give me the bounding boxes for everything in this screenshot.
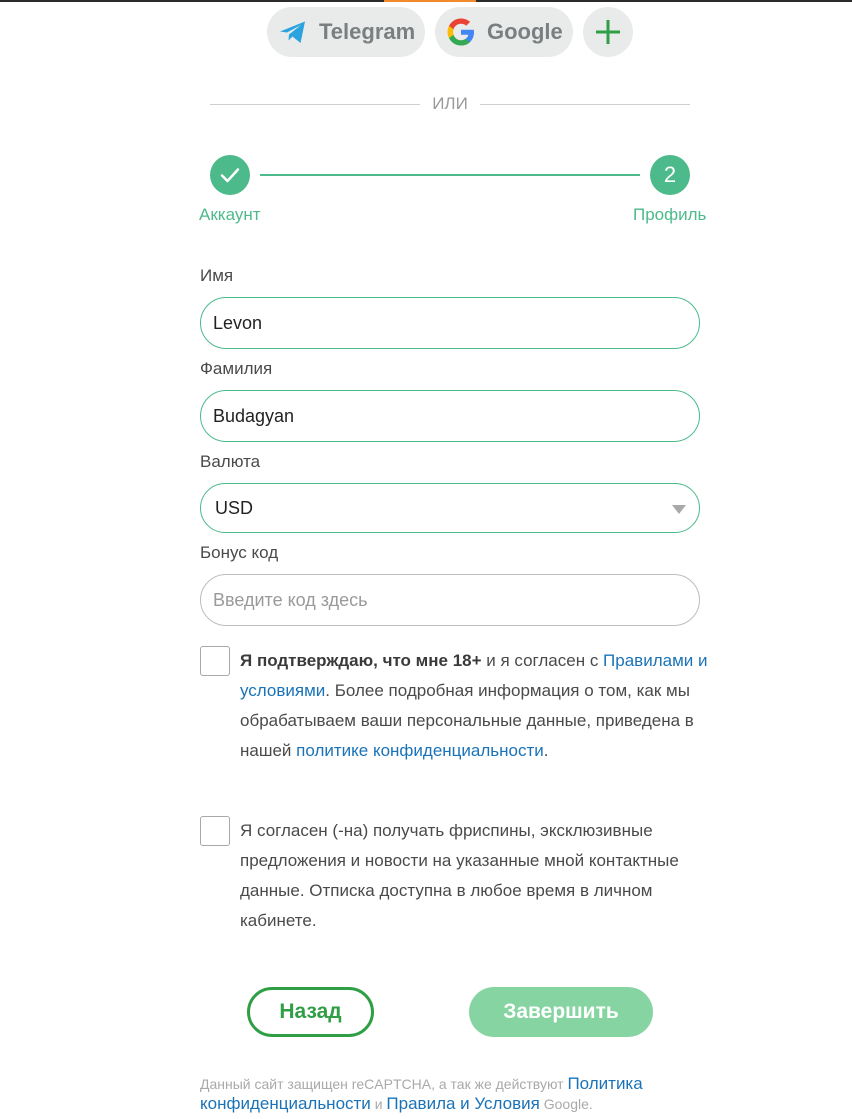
currency-selected-value: USD	[215, 497, 254, 518]
dropdown-caret-icon	[672, 505, 686, 514]
last-name-input[interactable]	[200, 390, 700, 442]
recaptcha-text-2: и	[370, 1096, 387, 1112]
age-terms-text: Я подтверждаю, что мне 18+ и я согласен …	[240, 646, 710, 766]
age-confirm-bold: Я подтверждаю, что мне 18+	[240, 651, 482, 670]
back-button[interactable]: Назад	[247, 987, 374, 1037]
or-divider-text: ИЛИ	[432, 94, 468, 113]
google-icon	[445, 16, 477, 48]
marketing-consent-checkbox[interactable]	[200, 816, 230, 846]
google-label: Google	[487, 19, 563, 44]
first-name-label: Имя	[200, 266, 234, 285]
step-2-label: Профиль	[633, 205, 707, 224]
google-login-button[interactable]: Google	[435, 7, 573, 57]
more-login-options-button[interactable]	[583, 7, 633, 57]
step-1-complete-indicator	[210, 155, 250, 195]
recaptcha-text-1: Данный сайт защищен reCAPTCHA, а так же …	[200, 1076, 568, 1092]
step-2-indicator: 2	[650, 155, 690, 195]
last-name-label: Фамилия	[200, 359, 273, 378]
recaptcha-notice: Данный сайт защищен reCAPTCHA, а так же …	[200, 1074, 700, 1114]
plus-icon	[596, 20, 620, 44]
or-divider: ИЛИ	[210, 93, 690, 115]
marketing-consent-text: Я согласен (-на) получать фриспины, экск…	[240, 821, 679, 930]
privacy-policy-link[interactable]: политике конфиденциальности	[296, 741, 544, 760]
telegram-label: Telegram	[319, 19, 416, 44]
telegram-icon	[277, 16, 309, 48]
currency-select[interactable]: USD	[200, 483, 700, 533]
step-1-label: Аккаунт	[199, 205, 261, 224]
finish-button[interactable]: Завершить	[469, 987, 653, 1037]
age-terms-checkbox[interactable]	[200, 646, 230, 676]
age-terms-text-3: .	[543, 741, 549, 760]
currency-label: Валюта	[200, 452, 261, 471]
google-terms-link[interactable]: Правила и Условия	[386, 1094, 539, 1113]
telegram-login-button[interactable]: Telegram	[267, 7, 425, 57]
first-name-input[interactable]	[200, 297, 700, 349]
bonus-code-input[interactable]	[200, 574, 700, 626]
bonus-code-label: Бонус код	[200, 543, 279, 562]
age-terms-text-1: и я согласен с	[481, 651, 604, 670]
top-border	[0, 0, 852, 2]
check-icon	[220, 168, 240, 183]
stepper-progress-line	[260, 174, 640, 176]
recaptcha-text-3: Google.	[539, 1096, 593, 1112]
